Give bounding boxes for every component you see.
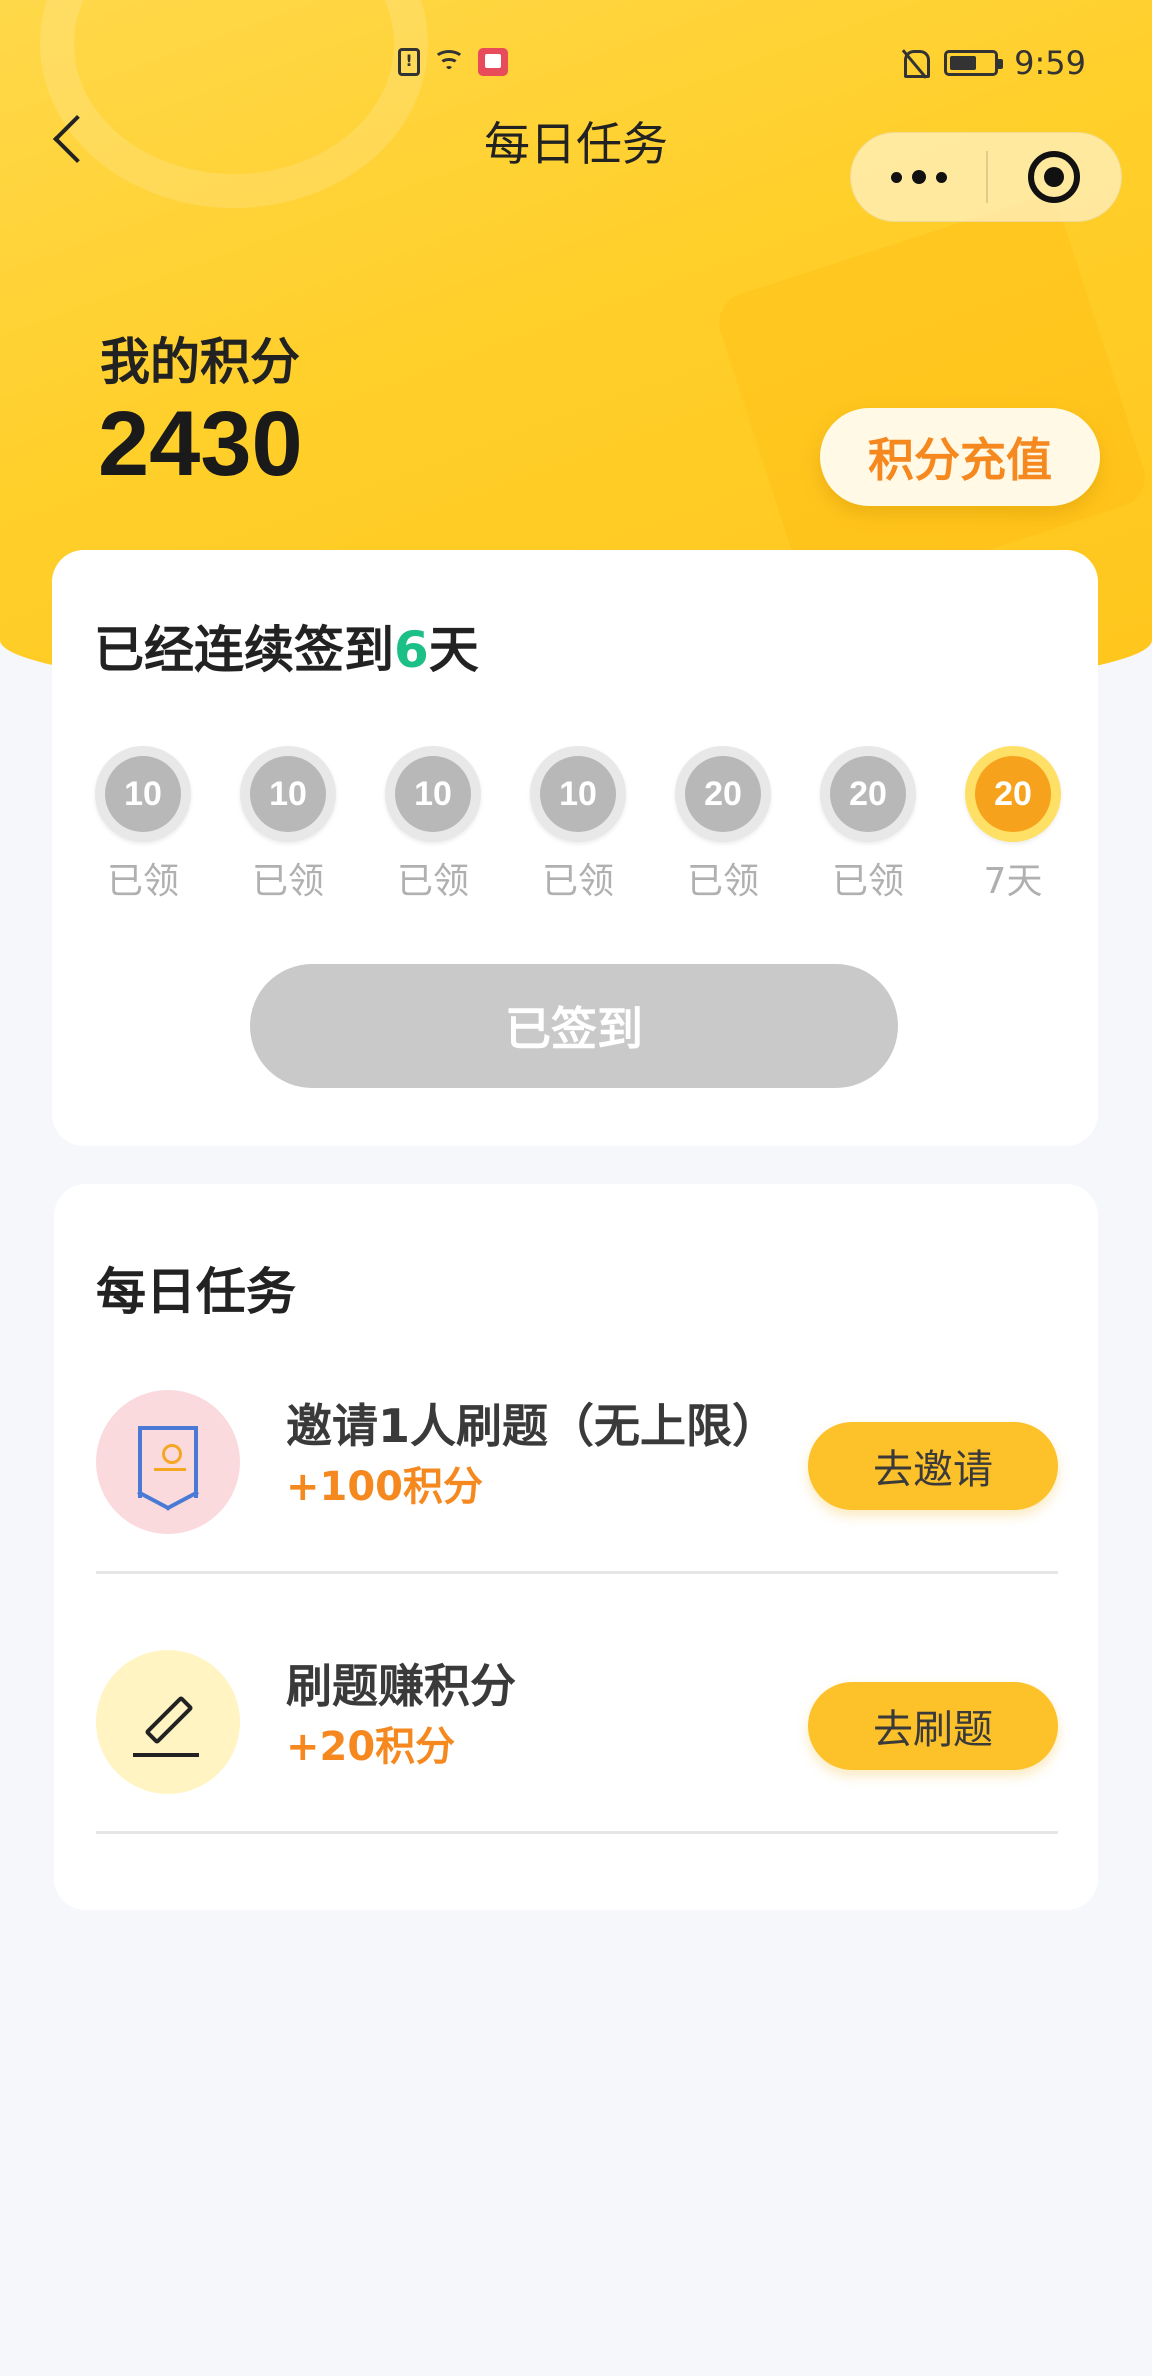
signin-day: 20 已领 xyxy=(813,746,923,904)
status-bar: ! 9:59 xyxy=(0,40,1152,90)
coin-icon: 10 xyxy=(95,746,191,842)
coin-icon: 20 xyxy=(965,746,1061,842)
coin-points: 20 xyxy=(975,756,1051,832)
day-status: 已领 xyxy=(686,861,759,902)
status-icons-right: 9:59 xyxy=(900,44,1086,82)
coin-icon: 20 xyxy=(820,746,916,842)
day-status: 已领 xyxy=(251,861,324,902)
navigation-bar: 每日任务 xyxy=(0,100,1152,222)
coin-icon: 10 xyxy=(385,746,481,842)
more-dot-icon xyxy=(890,171,902,183)
close-mini-program-button[interactable] xyxy=(988,133,1121,221)
coin-points: 10 xyxy=(395,756,471,832)
target-close-icon xyxy=(1028,151,1081,203)
wifi-icon xyxy=(432,48,466,76)
task-row-practice: 刷题赚积分 +20积分 去刷题 xyxy=(96,1574,1058,1834)
status-time: 9:59 xyxy=(1014,44,1086,82)
practice-button[interactable]: 去刷题 xyxy=(808,1682,1058,1770)
coin-points: 20 xyxy=(685,756,761,832)
pen-icon xyxy=(133,1687,203,1757)
coin-icon: 10 xyxy=(530,746,626,842)
day-status: 7天 xyxy=(983,861,1043,902)
streak-prefix: 已经连续签到 xyxy=(94,621,394,679)
daily-tasks-card: 每日任务 邀请1人刷题（无上限） +100积分 去邀请 刷题赚积分 +20积分 … xyxy=(54,1184,1098,1910)
day-status: 已领 xyxy=(106,861,179,902)
day-status: 已领 xyxy=(396,861,469,902)
battery-icon xyxy=(944,50,1004,76)
task-row-invite: 邀请1人刷题（无上限） +100积分 去邀请 xyxy=(96,1314,1058,1574)
day-status: 已领 xyxy=(541,861,614,902)
signin-day: 10 已领 xyxy=(378,746,488,904)
streak-suffix: 天 xyxy=(428,621,479,679)
status-icons-left: ! xyxy=(398,48,508,76)
book-app-icon xyxy=(478,48,508,76)
my-points-label: 我的积分 xyxy=(100,333,300,391)
coin-points: 10 xyxy=(250,756,326,832)
signin-day-current: 20 7天 xyxy=(958,746,1068,904)
invite-button[interactable]: 去邀请 xyxy=(808,1422,1058,1510)
mini-program-capsule xyxy=(850,132,1122,222)
signin-day: 10 已领 xyxy=(523,746,633,904)
coin-icon: 10 xyxy=(240,746,336,842)
badge-icon xyxy=(138,1426,198,1498)
sim-alert-icon: ! xyxy=(398,48,420,76)
task-icon-container xyxy=(96,1650,240,1794)
coin-points: 10 xyxy=(105,756,181,832)
signin-day: 10 已领 xyxy=(88,746,198,904)
points-value: 2430 xyxy=(98,393,303,495)
day-status: 已领 xyxy=(831,861,904,902)
more-dot-icon xyxy=(911,170,926,184)
signin-days: 10 已领 10 已领 10 已领 10 已领 20 已领 20 已领 20 7… xyxy=(88,746,1068,904)
signed-in-button[interactable]: 已签到 xyxy=(250,964,898,1088)
task-reward: +20积分 xyxy=(286,1724,456,1770)
task-reward: +100积分 xyxy=(286,1464,484,1510)
coin-points: 20 xyxy=(830,756,906,832)
coin-icon: 20 xyxy=(675,746,771,842)
more-dot-icon xyxy=(935,171,947,183)
more-options-button[interactable] xyxy=(851,133,986,221)
coin-points: 10 xyxy=(540,756,616,832)
signin-day: 20 已领 xyxy=(668,746,778,904)
task-icon-container xyxy=(96,1390,240,1534)
task-name: 刷题赚积分 xyxy=(286,1659,516,1713)
signin-card: 已经连续签到6天 10 已领 10 已领 10 已领 10 已领 20 已领 2… xyxy=(52,550,1098,1146)
streak-days: 6 xyxy=(394,621,429,679)
recharge-points-button[interactable]: 积分充值 xyxy=(820,408,1100,506)
task-name: 邀请1人刷题（无上限） xyxy=(286,1399,779,1453)
signin-day: 10 已领 xyxy=(233,746,343,904)
streak-text: 已经连续签到6天 xyxy=(94,610,479,682)
bell-muted-icon xyxy=(900,48,931,78)
